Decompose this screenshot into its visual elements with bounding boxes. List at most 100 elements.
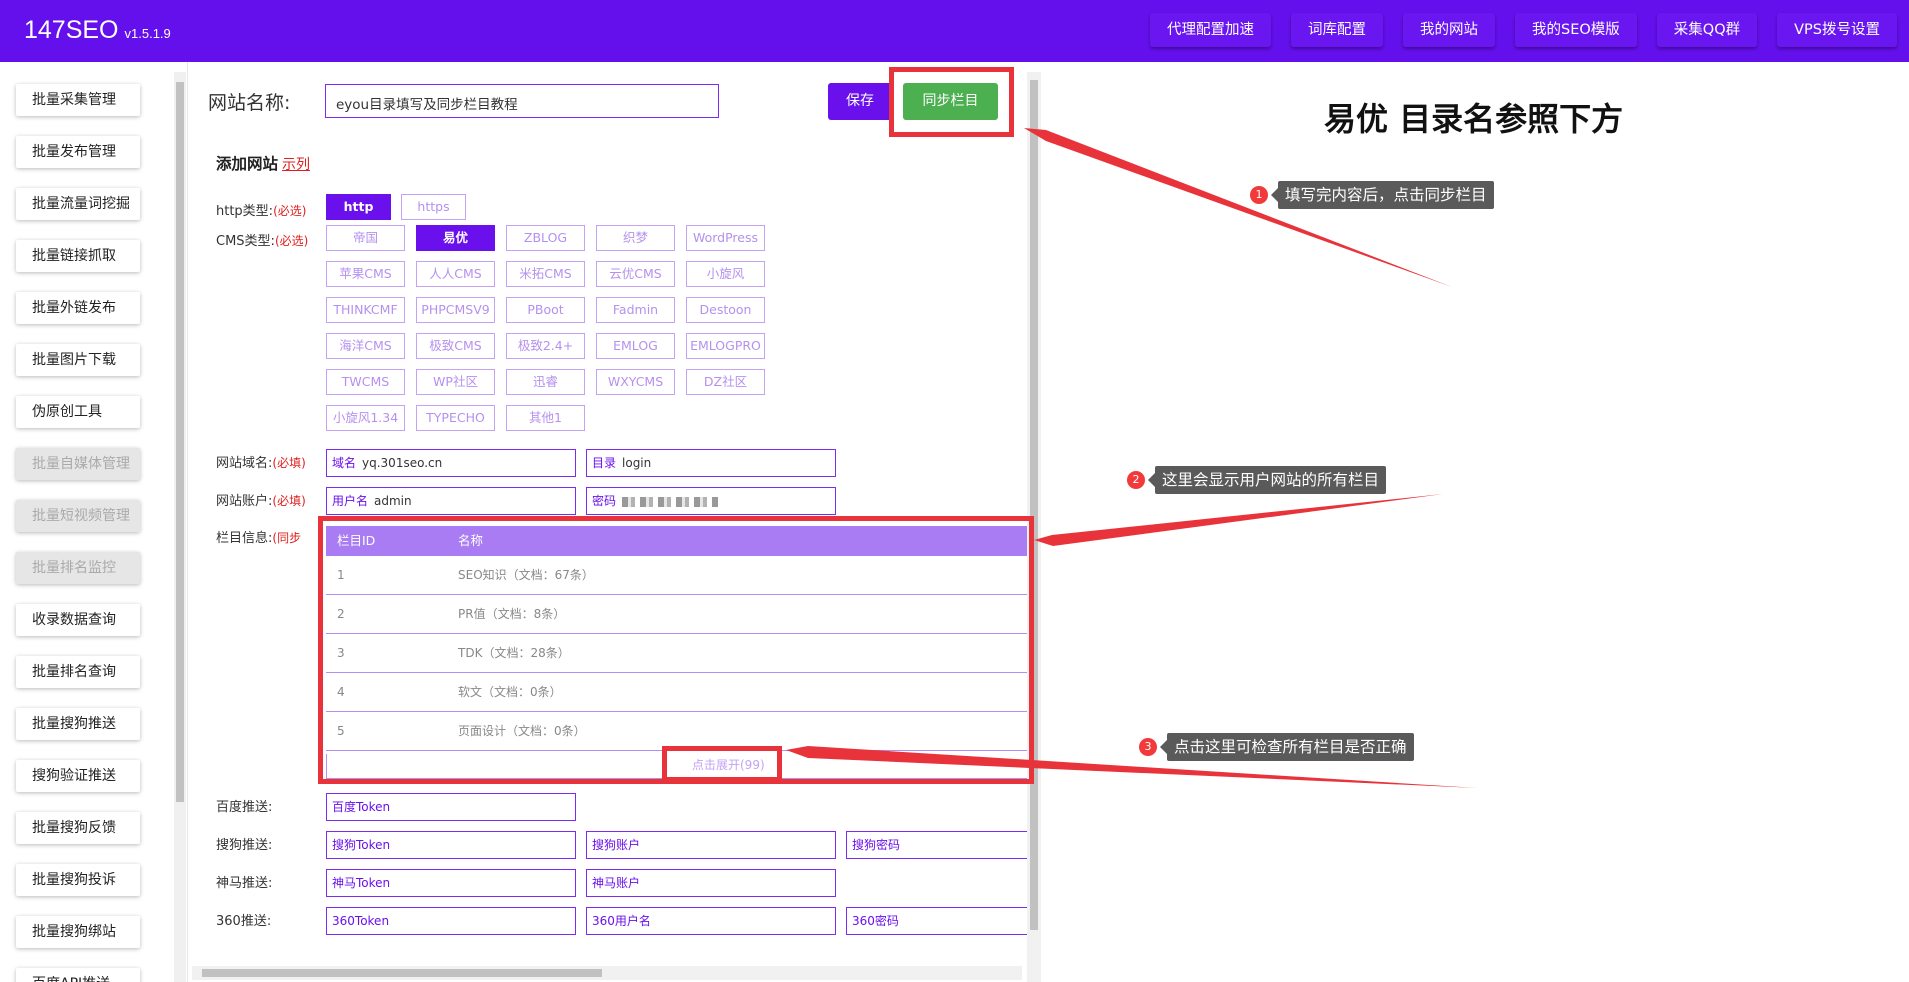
cms-option-diguo[interactable]: 帝国 — [326, 225, 405, 251]
sogou-account-input[interactable]: 搜狗账户 — [586, 831, 836, 859]
password-input[interactable]: 密码 — [586, 487, 836, 515]
cms-option-metinfo[interactable]: 米拓CMS — [506, 261, 585, 287]
q360-token-input[interactable]: 360Token — [326, 907, 576, 935]
cms-option-typecho[interactable]: TYPECHO — [416, 405, 495, 431]
site-account-label: 网站账户:(必填) — [216, 494, 306, 509]
cms-option-renren[interactable]: 人人CMS — [416, 261, 495, 287]
top-nav: 代理配置加速 词库配置 我的网站 我的SEO模版 采集QQ群 VPS拨号设置 — [1150, 13, 1897, 47]
nav-keyword-config[interactable]: 词库配置 — [1291, 13, 1384, 47]
shenma-account-input[interactable]: 神马账户 — [586, 869, 836, 897]
site-name-label: 网站名称: — [208, 92, 291, 114]
baidu-token-input[interactable]: 百度Token — [326, 793, 576, 821]
sidebar-item-pseudo-original[interactable]: 伪原创工具 — [16, 396, 140, 428]
nav-proxy-config[interactable]: 代理配置加速 — [1150, 13, 1272, 47]
save-button[interactable]: 保存 — [828, 83, 892, 120]
password-masked-value — [622, 496, 719, 507]
cms-option-phpcmsv9[interactable]: PHPCMSV9 — [416, 297, 495, 323]
sidebar-item-link-crawl[interactable]: 批量链接抓取 — [16, 240, 140, 272]
site-name-input[interactable]: eyou目录填写及同步栏目教程 — [325, 84, 719, 118]
password-prefix: 密码 — [592, 494, 617, 508]
cms-option-wp-community[interactable]: WP社区 — [416, 369, 495, 395]
cms-option-dz-community[interactable]: DZ社区 — [686, 369, 765, 395]
form-vscroll-thumb[interactable] — [1030, 80, 1038, 930]
cms-option-emlog[interactable]: EMLOG — [596, 333, 675, 359]
brand-name: 147SEO — [24, 16, 119, 44]
cms-option-jizhi[interactable]: 极致CMS — [416, 333, 495, 359]
username-prefix: 用户名 — [332, 494, 369, 508]
required-select-mark: (必选) — [273, 204, 307, 218]
sidebar: 批量采集管理 批量发布管理 批量流量词挖掘 批量链接抓取 批量外链发布 批量图片… — [0, 62, 188, 982]
note-badge-3: 3 — [1139, 738, 1157, 756]
domain-value: yq.301seo.cn — [362, 456, 443, 470]
cms-option-eyou[interactable]: 易优 — [416, 225, 495, 251]
cms-option-fadmin[interactable]: Fadmin — [596, 297, 675, 323]
cms-option-haiyang[interactable]: 海洋CMS — [326, 333, 405, 359]
cms-type-label: CMS类型:(必选) — [216, 234, 309, 249]
sidebar-scrollbar[interactable] — [174, 72, 186, 982]
required-fill-mark: (必填) — [272, 456, 306, 470]
section-title: 添加网站 示列 — [216, 152, 310, 174]
domain-input[interactable]: 域名 yq.301seo.cn — [326, 449, 576, 477]
sidebar-item-batch-collect[interactable]: 批量采集管理 — [16, 84, 140, 116]
cms-option-twcms[interactable]: TWCMS — [326, 369, 405, 395]
cms-option-zblog[interactable]: ZBLOG — [506, 225, 585, 251]
cms-option-yunyou[interactable]: 云优CMS — [596, 261, 675, 287]
sogou-password-input[interactable]: 搜狗密码 — [846, 831, 1040, 859]
cms-option-wordpress[interactable]: WordPress — [686, 225, 765, 251]
sidebar-item-sogou-push[interactable]: 批量搜狗推送 — [16, 708, 140, 740]
note-callout-2: 这里会显示用户网站的所有栏目 — [1147, 466, 1387, 494]
cms-option-jizhi24[interactable]: 极致2.4+ — [506, 333, 585, 359]
cms-option-apple[interactable]: 苹果CMS — [326, 261, 405, 287]
sidebar-item-sogou-verify-push[interactable]: 搜狗验证推送 — [16, 760, 140, 792]
sidebar-item-rank-query[interactable]: 批量排名查询 — [16, 656, 140, 688]
cms-option-pboot[interactable]: PBoot — [506, 297, 585, 323]
sidebar-item-traffic-words[interactable]: 批量流量词挖掘 — [16, 188, 140, 220]
baidu-push-label: 百度推送: — [216, 800, 273, 815]
cms-option-emlogpro[interactable]: EMLOGPRO — [686, 333, 765, 359]
add-site-heading: 添加网站 — [216, 155, 279, 173]
q360-username-input[interactable]: 360用户名 — [586, 907, 836, 935]
sidebar-item-we-media: 批量自媒体管理 — [16, 448, 140, 480]
category-sync-hint: (同步 — [272, 531, 302, 545]
cms-option-thinkcmf[interactable]: THINKCMF — [326, 297, 405, 323]
nav-qq-group[interactable]: 采集QQ群 — [1656, 13, 1758, 47]
sidebar-item-backlink-publish[interactable]: 批量外链发布 — [16, 292, 140, 324]
cms-option-wxycms[interactable]: WXYCMS — [596, 369, 675, 395]
username-value: admin — [374, 494, 412, 508]
nav-seo-templates[interactable]: 我的SEO模版 — [1515, 13, 1637, 47]
cms-option-dedecms[interactable]: 织梦 — [596, 225, 675, 251]
sidebar-item-sogou-complaint[interactable]: 批量搜狗投诉 — [16, 864, 140, 896]
cms-option-other1[interactable]: 其他1 — [506, 405, 585, 431]
cms-option-xunrui[interactable]: 迅睿 — [506, 369, 585, 395]
http-type-label: http类型:(必选) — [216, 204, 307, 219]
example-link[interactable]: 示列 — [282, 157, 310, 173]
cms-option-xiaoxuanfeng[interactable]: 小旋风 — [686, 261, 765, 287]
sidebar-item-image-download[interactable]: 批量图片下载 — [16, 344, 140, 376]
brand-logo: 147SEO v1.5.1.9 — [24, 16, 171, 45]
note-callout-1: 填写完内容后，点击同步栏目 — [1271, 181, 1494, 209]
username-input[interactable]: 用户名 admin — [326, 487, 576, 515]
sidebar-item-batch-publish[interactable]: 批量发布管理 — [16, 136, 140, 168]
sidebar-item-baidu-api[interactable]: 百度API推送 — [16, 968, 140, 982]
shenma-token-input[interactable]: 神马Token — [326, 869, 576, 897]
sidebar-item-sogou-feedback[interactable]: 批量搜狗反馈 — [16, 812, 140, 844]
top-bar: 147SEO v1.5.1.9 代理配置加速 词库配置 我的网站 我的SEO模版 … — [0, 0, 1909, 62]
q360-password-input[interactable]: 360密码 — [846, 907, 1040, 935]
required-select-mark: (必选) — [274, 234, 309, 248]
directory-input[interactable]: 目录 login — [586, 449, 836, 477]
sidebar-scroll-thumb[interactable] — [176, 82, 184, 802]
http-option-https[interactable]: https — [401, 194, 466, 220]
form-horizontal-scrollbar[interactable] — [192, 966, 1022, 980]
sidebar-item-index-query[interactable]: 收录数据查询 — [16, 604, 140, 636]
sogou-token-input[interactable]: 搜狗Token — [326, 831, 576, 859]
sync-button-highlight — [889, 67, 1014, 137]
nav-vps-dial[interactable]: VPS拨号设置 — [1777, 13, 1897, 47]
cms-option-destoon[interactable]: Destoon — [686, 297, 765, 323]
form-hscroll-thumb[interactable] — [202, 969, 602, 977]
note-callout-3: 点击这里可检查所有栏目是否正确 — [1160, 733, 1414, 761]
q360-push-label: 360推送: — [216, 914, 272, 929]
nav-my-sites[interactable]: 我的网站 — [1403, 13, 1496, 47]
http-option-http[interactable]: http — [326, 194, 391, 220]
sidebar-item-sogou-bind[interactable]: 批量搜狗绑站 — [16, 916, 140, 948]
cms-option-xiaoxuanfeng134[interactable]: 小旋风1.34 — [326, 405, 405, 431]
